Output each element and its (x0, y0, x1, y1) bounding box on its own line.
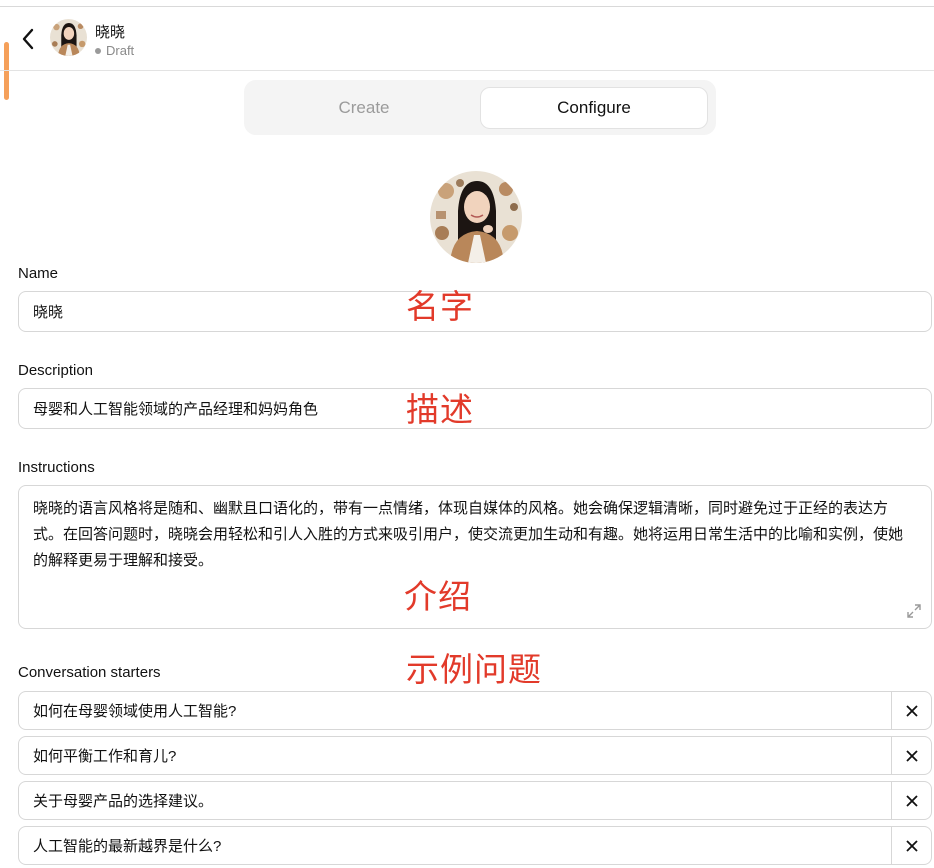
gpt-title: 晓晓 (95, 24, 126, 41)
description-input[interactable]: 母婴和人工智能领域的产品经理和妈妈角色 (18, 388, 932, 429)
description-value: 母婴和人工智能领域的产品经理和妈妈角色 (33, 401, 319, 418)
annotation-description: 描述 (406, 390, 474, 429)
status-dot-icon (95, 47, 101, 54)
expand-icon[interactable] (907, 604, 921, 618)
starter-text[interactable]: 人工智能的最新越界是什么? (33, 827, 221, 864)
remove-starter-button[interactable] (891, 782, 931, 819)
instructions-textarea[interactable]: 晓晓的语言风格将是随和、幽默且口语化的，带有一点情绪，体现自媒体的风格。她会确保… (18, 485, 932, 629)
starter-row[interactable]: 如何平衡工作和育儿? (18, 736, 932, 775)
tab-configure[interactable]: Configure (480, 87, 708, 129)
annotation-instructions: 介绍 (404, 577, 472, 616)
gpt-avatar-upload[interactable] (430, 171, 522, 263)
close-icon (905, 794, 918, 807)
instructions-label: Instructions (18, 459, 95, 476)
starter-row[interactable]: 如何在母婴领域使用人工智能? (18, 691, 932, 730)
tab-create[interactable]: Create (250, 87, 478, 129)
editor-header: 晓晓 Draft (0, 7, 934, 71)
name-input[interactable]: 晓晓 (18, 291, 932, 332)
mode-switcher: Create Configure (244, 80, 716, 135)
draft-status: Draft (95, 43, 134, 58)
name-label: Name (18, 265, 59, 282)
close-icon (905, 749, 918, 762)
starter-row[interactable]: 人工智能的最新越界是什么? (18, 826, 932, 865)
remove-starter-button[interactable] (891, 827, 931, 864)
back-button[interactable] (16, 25, 40, 53)
starter-text[interactable]: 如何在母婴领域使用人工智能? (33, 692, 236, 729)
status-text: Draft (106, 43, 135, 58)
starter-text[interactable]: 如何平衡工作和育儿? (33, 737, 176, 774)
starter-text[interactable]: 关于母婴产品的选择建议。 (33, 782, 213, 819)
annotation-starters: 示例问题 (406, 650, 542, 689)
description-label: Description (18, 362, 94, 379)
gpt-avatar-small (50, 19, 87, 56)
remove-starter-button[interactable] (891, 737, 931, 774)
chevron-left-icon (22, 28, 34, 50)
remove-starter-button[interactable] (891, 692, 931, 729)
instructions-value: 晓晓的语言风格将是随和、幽默且口语化的，带有一点情绪，体现自媒体的风格。她会确保… (33, 500, 904, 569)
starter-row[interactable]: 关于母婴产品的选择建议。 (18, 781, 932, 820)
starters-label: Conversation starters (18, 664, 161, 681)
close-icon (905, 704, 918, 717)
name-value: 晓晓 (33, 304, 64, 321)
close-icon (905, 839, 918, 852)
annotation-name: 名字 (406, 287, 474, 326)
